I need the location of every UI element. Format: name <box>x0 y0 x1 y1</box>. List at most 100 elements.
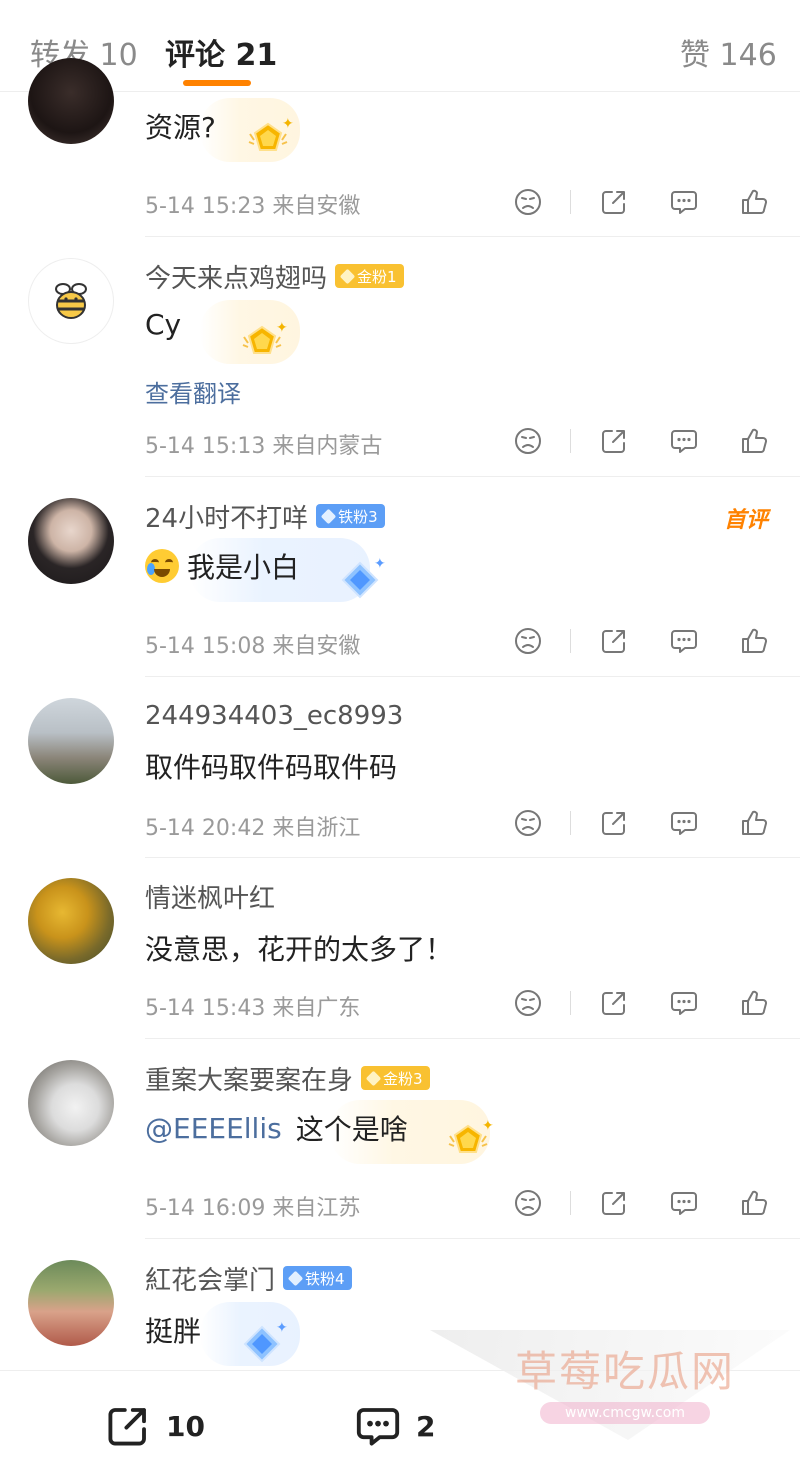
watermark-title: 草莓吃瓜网 <box>515 1347 736 1396</box>
comment-tabs: 转发 10 评论 21 赞 146 <box>0 0 800 92</box>
share-icon <box>599 187 629 217</box>
comment-icon <box>669 808 699 838</box>
dislike-icon <box>513 808 543 838</box>
like-button[interactable] <box>734 983 774 1023</box>
comment-icon <box>669 187 699 217</box>
first-comment-badge: 首评 <box>723 508 768 533</box>
share-icon <box>599 1188 629 1218</box>
comment-actions <box>508 1183 778 1223</box>
dislike-button[interactable] <box>508 621 548 661</box>
share-icon <box>599 426 629 456</box>
fan-badge[interactable]: 金粉1 <box>335 264 404 288</box>
reply-button[interactable] <box>664 621 704 661</box>
dislike-icon <box>513 187 543 217</box>
avatar[interactable] <box>28 1060 114 1146</box>
like-button[interactable] <box>734 1183 774 1223</box>
reply-button[interactable] <box>664 182 704 222</box>
watermark: 草莓吃瓜网 www.cmcgw.com <box>430 1330 790 1440</box>
comment-username[interactable]: 情迷枫叶红 <box>145 878 275 915</box>
share-icon <box>599 808 629 838</box>
comment-icon <box>669 626 699 656</box>
comment-text: 挺胖 <box>145 1315 202 1348</box>
like-icon <box>739 626 769 656</box>
comment-username[interactable]: 重案大案要案在身 <box>145 1060 353 1097</box>
comment-username[interactable]: 244934403_ec8993 <box>145 701 403 731</box>
share-button[interactable] <box>594 803 634 843</box>
repost-button[interactable]: 10 <box>104 1401 205 1451</box>
fan-badge[interactable]: 铁粉3 <box>316 504 385 528</box>
dislike-icon <box>513 426 543 456</box>
reply-button[interactable] <box>664 421 704 461</box>
comment-text: 我是小白 <box>187 551 300 584</box>
watermark-url: www.cmcgw.com <box>540 1402 710 1424</box>
like-button[interactable] <box>734 621 774 661</box>
share-button[interactable] <box>594 182 634 222</box>
sparkle-icon: ✦ <box>282 116 294 132</box>
active-tab-indicator <box>183 80 251 86</box>
comment-button[interactable]: 2 <box>354 1401 435 1451</box>
dislike-button[interactable] <box>508 1183 548 1223</box>
dislike-button[interactable] <box>508 983 548 1023</box>
sparkle-icon: ✦ <box>482 1118 494 1134</box>
like-button[interactable] <box>734 803 774 843</box>
reply-button[interactable] <box>664 803 704 843</box>
comment-username[interactable]: 今天来点鸡翅吗 <box>145 258 327 295</box>
like-button[interactable] <box>734 182 774 222</box>
bee-icon <box>55 283 87 319</box>
like-icon <box>739 1188 769 1218</box>
badge-gem-icon <box>287 1270 304 1286</box>
comment-username[interactable]: 紅花会掌门 <box>145 1260 275 1297</box>
reply-button[interactable] <box>664 1183 704 1223</box>
dislike-button[interactable] <box>508 803 548 843</box>
sparkle-icon: ✦ <box>276 320 288 336</box>
comment-text: 资源? <box>145 111 216 144</box>
avatar[interactable] <box>28 58 114 144</box>
share-button[interactable] <box>594 421 634 461</box>
dislike-icon <box>513 1188 543 1218</box>
dislike-button[interactable] <box>508 182 548 222</box>
sparkle-icon: ✦ <box>374 556 386 572</box>
comment-icon <box>669 988 699 1018</box>
dislike-button[interactable] <box>508 421 548 461</box>
share-icon <box>599 988 629 1018</box>
comment-username[interactable]: 24小时不打咩 <box>145 498 308 535</box>
comment-actions <box>508 421 778 461</box>
like-icon <box>739 808 769 838</box>
comment-text: 没意思，花开的太多了！ <box>145 933 454 966</box>
like-icon <box>739 426 769 456</box>
translate-link[interactable]: 查看翻译 <box>145 374 241 409</box>
avatar[interactable] <box>28 878 114 964</box>
avatar[interactable] <box>28 698 114 784</box>
comment-meta: 5-14 15:08 来自安徽 <box>145 634 361 659</box>
tab-comments[interactable]: 评论 21 <box>165 30 277 74</box>
like-icon <box>739 187 769 217</box>
share-button[interactable] <box>594 1183 634 1223</box>
comment-actions <box>508 621 778 661</box>
like-icon <box>739 988 769 1018</box>
comment-actions <box>508 803 778 843</box>
reply-button[interactable] <box>664 983 704 1023</box>
comment-meta: 5-14 20:42 来自浙江 <box>145 816 361 841</box>
fan-badge[interactable]: 金粉3 <box>361 1066 430 1090</box>
share-button[interactable] <box>594 621 634 661</box>
mention-link[interactable]: @EEEEllis <box>145 1112 282 1145</box>
badge-gem-icon <box>365 1070 382 1086</box>
tab-likes[interactable]: 赞 146 <box>680 30 777 74</box>
share-button[interactable] <box>594 983 634 1023</box>
badge-gem-icon <box>339 268 356 284</box>
comment-icon <box>669 426 699 456</box>
crying-laugh-emoji <box>145 549 179 583</box>
comment-actions <box>508 182 778 222</box>
share-icon <box>599 626 629 656</box>
like-button[interactable] <box>734 421 774 461</box>
share-icon <box>108 1408 146 1446</box>
dislike-icon <box>513 988 543 1018</box>
avatar[interactable] <box>28 498 114 584</box>
comment-meta: 5-14 15:23 来自安徽 <box>145 194 361 219</box>
fan-badge[interactable]: 铁粉4 <box>283 1266 352 1290</box>
comment-icon <box>669 1188 699 1218</box>
comment-text: Cy <box>145 308 182 341</box>
avatar[interactable] <box>28 258 114 344</box>
avatar[interactable] <box>28 1260 114 1346</box>
comment-meta: 5-14 16:09 来自江苏 <box>145 1196 361 1221</box>
